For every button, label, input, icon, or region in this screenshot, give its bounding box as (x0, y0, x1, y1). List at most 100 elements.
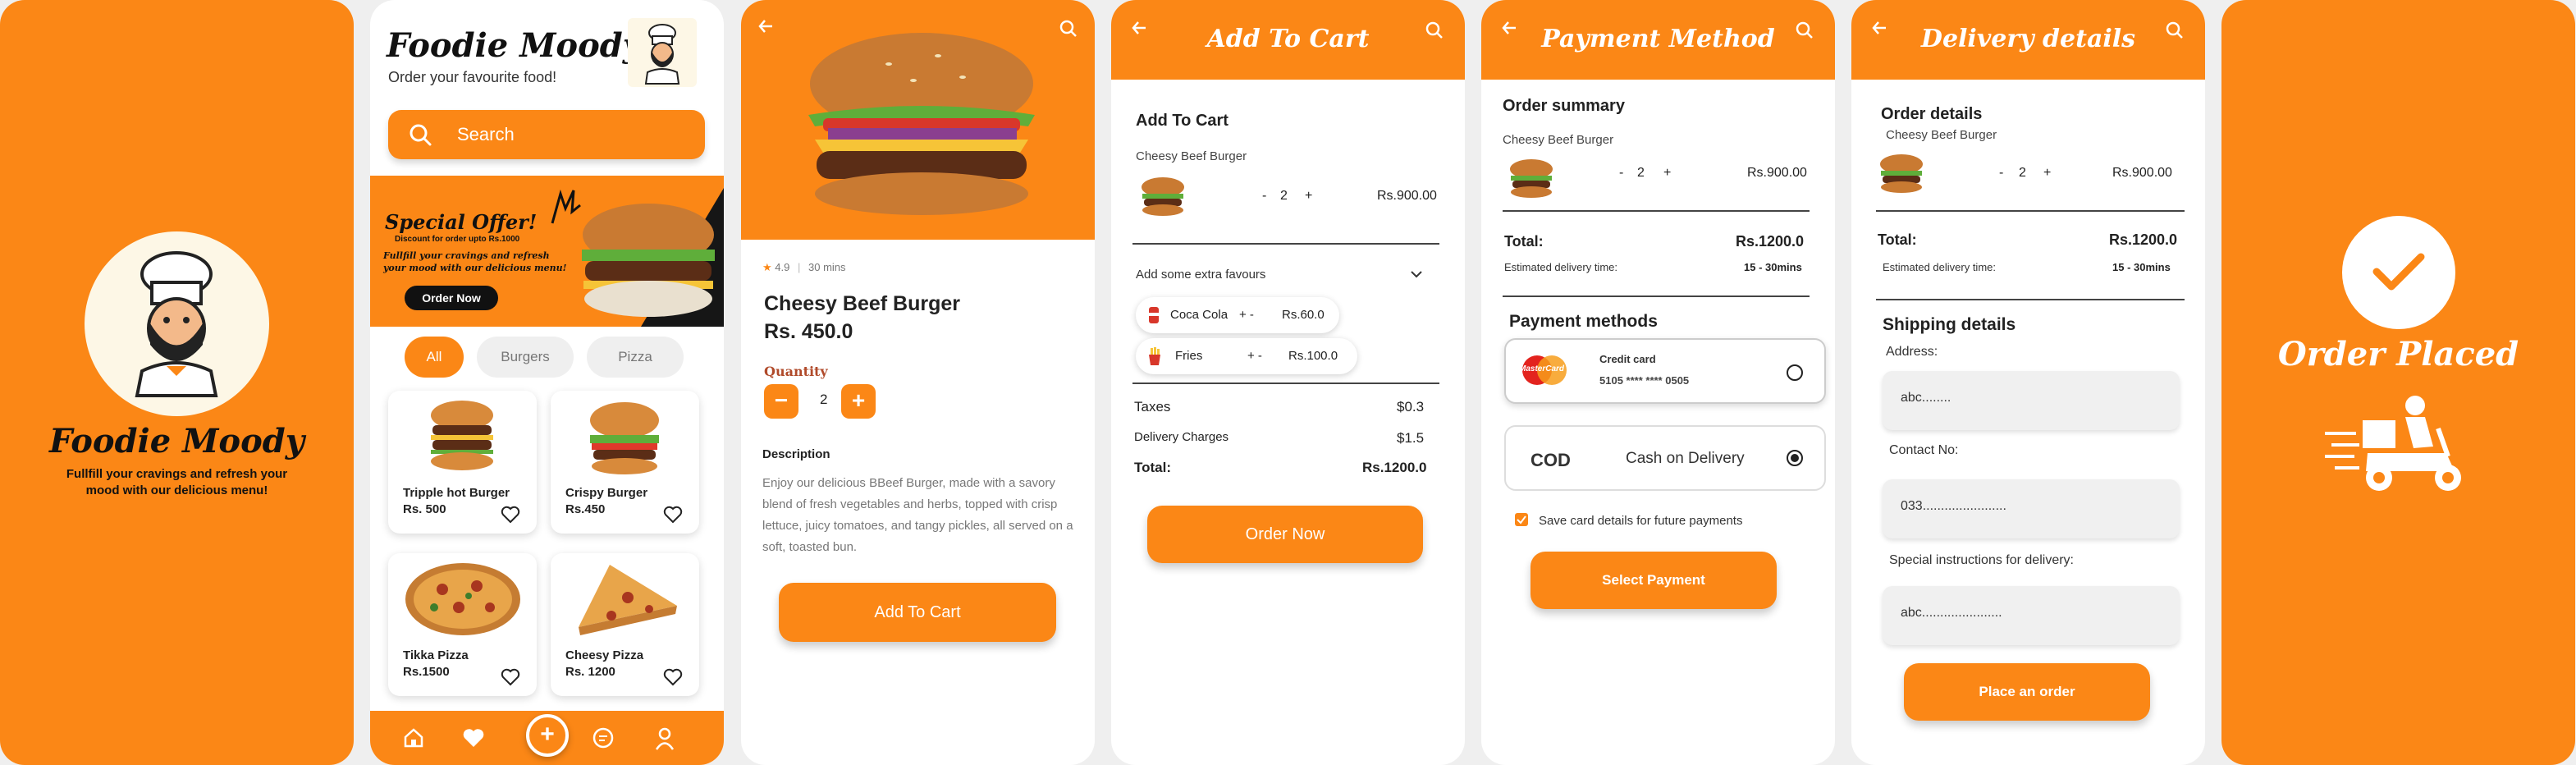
item-minus-button[interactable]: - (1262, 189, 1266, 204)
chip-pizza[interactable]: Pizza (587, 337, 684, 378)
search-icon (410, 124, 432, 146)
cod-option[interactable]: COD Cash on Delivery (1504, 425, 1826, 491)
cod-code: COD (1531, 450, 1571, 470)
address-value: abc........ (1901, 391, 1951, 405)
chef-logo (85, 231, 269, 416)
order-now-button[interactable]: Order Now (405, 286, 498, 310)
delivery-charges-label: Delivery Charges (1134, 430, 1229, 444)
chef-avatar[interactable] (628, 18, 697, 87)
extra-stepper[interactable]: + - (1247, 349, 1262, 363)
product-hero (741, 0, 1095, 240)
burger-image (431, 401, 493, 470)
extra-name: Coca Cola (1170, 308, 1229, 322)
eta-value: 15 - 30mins (2112, 261, 2171, 273)
chip-all[interactable]: All (405, 337, 464, 378)
taxes-value: $0.3 (1397, 399, 1425, 415)
offer-discount: Discount for order upto Rs.1000 (395, 235, 520, 244)
add-fab-button[interactable]: + (526, 714, 569, 757)
search-icon[interactable] (2166, 21, 2184, 39)
card-number: 5105 **** **** 0505 (1599, 374, 1690, 387)
heart-icon[interactable] (462, 727, 485, 749)
item-minus-button[interactable]: - (1999, 166, 2003, 181)
total-value: Rs.1200.0 (1736, 233, 1805, 250)
heart-icon[interactable] (501, 506, 520, 524)
pizza-image (405, 563, 520, 635)
cola-can-icon (1149, 307, 1159, 323)
chip-burgers[interactable]: Burgers (477, 337, 574, 378)
prep-time: 30 mins (808, 261, 846, 273)
item-plus-button[interactable]: + (2043, 166, 2051, 181)
header: Payment Method (1481, 0, 1835, 80)
total-label: Total: (1134, 460, 1172, 475)
search-icon[interactable] (1796, 21, 1814, 39)
extra-item-fries[interactable]: Fries + - Rs.100.0 (1136, 338, 1357, 374)
item-plus-button[interactable]: + (1663, 166, 1671, 181)
card-brand: MasterCard (1519, 364, 1565, 373)
order-now-button[interactable]: Order Now (1147, 506, 1423, 563)
item-quantity: 2 (1280, 189, 1288, 203)
search-label: Search (457, 124, 515, 144)
delivery-details-screen: Delivery details Order details Cheesy Be… (1851, 0, 2205, 765)
item-quantity: 2 (1637, 166, 1645, 180)
back-arrow-icon[interactable] (757, 18, 774, 34)
summary-item-name: Cheesy Beef Burger (1503, 133, 1614, 147)
check-circle (2342, 216, 2455, 329)
checkbox-checked[interactable] (1514, 512, 1529, 527)
heart-icon[interactable] (663, 506, 683, 524)
instructions-field[interactable]: abc...................... (1883, 586, 2180, 645)
address-field[interactable]: abc........ (1883, 371, 2180, 430)
header: Add To Cart (1111, 0, 1465, 80)
divider (1503, 210, 1810, 212)
burger-image (590, 402, 659, 474)
quantity-minus-button[interactable]: − (764, 384, 798, 419)
burger-image (582, 204, 715, 317)
user-icon[interactable] (654, 727, 675, 750)
section-title: Add To Cart (1136, 112, 1229, 130)
special-offer-banner[interactable]: Special Offer! Discount for order upto R… (370, 176, 724, 327)
star-icon: ★ (762, 261, 772, 273)
quantity-plus-button[interactable]: + (841, 384, 876, 419)
chevron-down-icon[interactable] (1410, 269, 1423, 279)
splash-screen: Foodie Moody Fullfill your cravings and … (0, 0, 354, 765)
item-minus-button[interactable]: - (1619, 166, 1623, 181)
extra-stepper[interactable]: + - (1239, 308, 1254, 322)
extra-price: Rs.100.0 (1288, 349, 1338, 363)
brand-name: Foodie Moody (49, 422, 304, 460)
instructions-value: abc...................... (1901, 606, 2002, 620)
food-card[interactable]: Tripple hot Burger Rs. 500 (388, 391, 537, 534)
cod-label: Cash on Delivery (1626, 450, 1745, 467)
eta-label: Estimated delivery time: (1504, 261, 1617, 273)
select-payment-button[interactable]: Select Payment (1531, 552, 1777, 609)
add-to-cart-button[interactable]: Add To Cart (779, 583, 1056, 642)
radio-button[interactable] (1785, 363, 1805, 382)
checkmark-icon (2372, 253, 2425, 291)
contact-field[interactable]: 033....................... (1883, 479, 2180, 538)
burger-thumbnail (1142, 177, 1184, 216)
divider (1876, 210, 2185, 212)
divider (1503, 295, 1810, 297)
extra-item-coca-cola[interactable]: Coca Cola + - Rs.60.0 (1136, 297, 1339, 333)
heart-icon[interactable] (501, 668, 520, 686)
description-text: Enjoy our delicious BBeef Burger, made w… (762, 476, 1073, 554)
card-label: Credit card (1599, 353, 1656, 365)
credit-card-option[interactable]: MasterCard Credit card 5105 **** **** 05… (1504, 338, 1826, 404)
order-details-title: Order details (1881, 105, 1983, 123)
cart-screen: Add To Cart Add To Cart Cheesy Beef Burg… (1111, 0, 1465, 765)
food-card[interactable]: Cheesy Pizza Rs. 1200 (551, 553, 699, 696)
cart-item-name: Cheesy Beef Burger (1136, 149, 1247, 163)
search-icon[interactable] (1425, 21, 1444, 39)
food-card[interactable]: Crispy Burger Rs.450 (551, 391, 699, 534)
food-card[interactable]: Tikka Pizza Rs.1500 (388, 553, 537, 696)
item-plus-button[interactable]: + (1305, 189, 1312, 204)
app-title: Foodie Moody (387, 26, 642, 65)
heart-icon[interactable] (663, 668, 683, 686)
home-icon[interactable] (403, 727, 424, 749)
place-order-button[interactable]: Place an order (1904, 663, 2150, 721)
search-icon[interactable] (1059, 20, 1078, 38)
search-bar[interactable]: Search (388, 110, 705, 159)
chat-icon[interactable] (592, 727, 615, 750)
offer-text: Fullfill your cravings and refresh your … (383, 250, 567, 273)
food-name: Tikka Pizza (403, 648, 469, 662)
radio-button-selected[interactable] (1785, 448, 1805, 468)
total-label: Total: (1504, 233, 1544, 250)
